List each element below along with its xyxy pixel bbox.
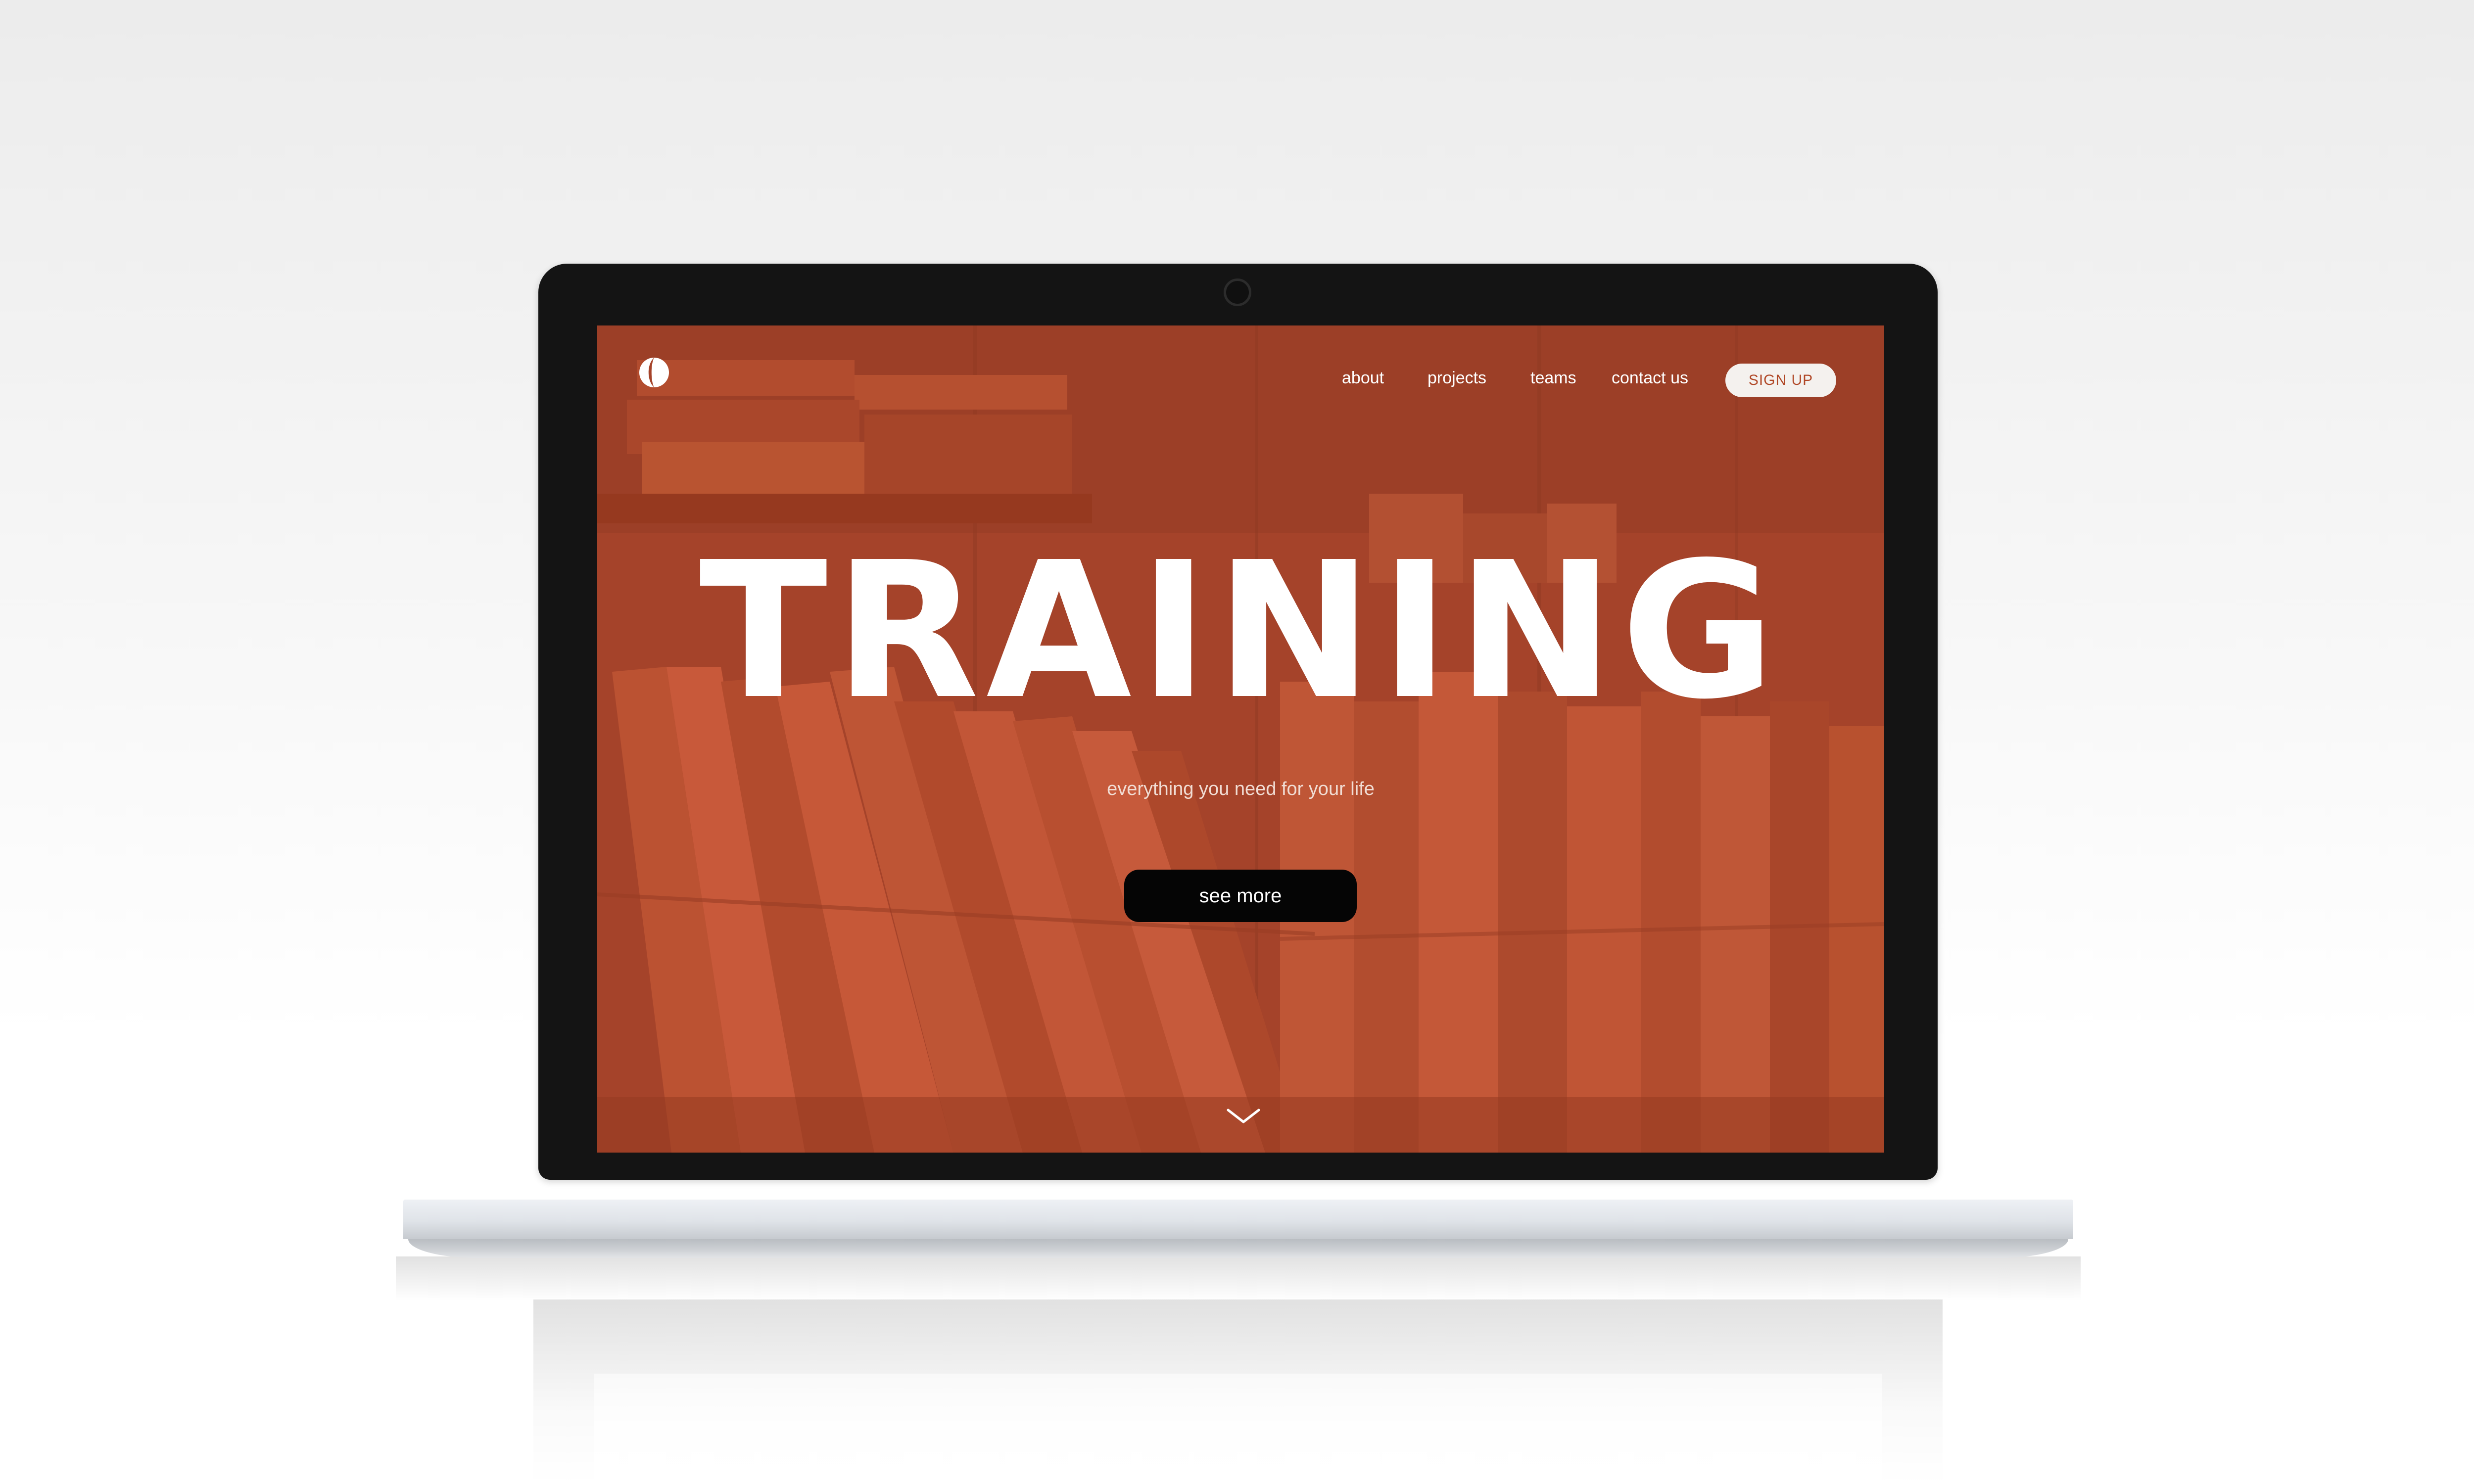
- nav-link-contact-us[interactable]: contact us: [1612, 368, 1688, 388]
- landing-page-screen: about projects teams contact us SIGN UP …: [597, 325, 1884, 1153]
- laptop-base-edge: [408, 1239, 2068, 1258]
- half-moon-logo-icon[interactable]: [638, 355, 670, 390]
- laptop-reflection: [533, 1299, 1943, 1484]
- laptop-floor-shadow: [396, 1256, 2081, 1301]
- laptop-bezel: about projects teams contact us SIGN UP …: [538, 264, 1938, 1180]
- nav-link-teams[interactable]: teams: [1530, 368, 1576, 388]
- see-more-button[interactable]: see more: [1124, 870, 1357, 922]
- mockup-stage: about projects teams contact us SIGN UP …: [0, 0, 2474, 1484]
- nav-link-projects[interactable]: projects: [1427, 368, 1486, 388]
- reflection-screen: [594, 1374, 1882, 1484]
- nav-link-about[interactable]: about: [1342, 368, 1384, 388]
- signup-button[interactable]: SIGN UP: [1725, 364, 1836, 397]
- hero-subtitle: everything you need for your life: [1107, 779, 1375, 799]
- webcam-icon: [1224, 278, 1251, 306]
- chevron-down-icon[interactable]: [1226, 1107, 1261, 1125]
- laptop-base: [403, 1200, 2073, 1239]
- hero-title: TRAINING: [699, 521, 1782, 741]
